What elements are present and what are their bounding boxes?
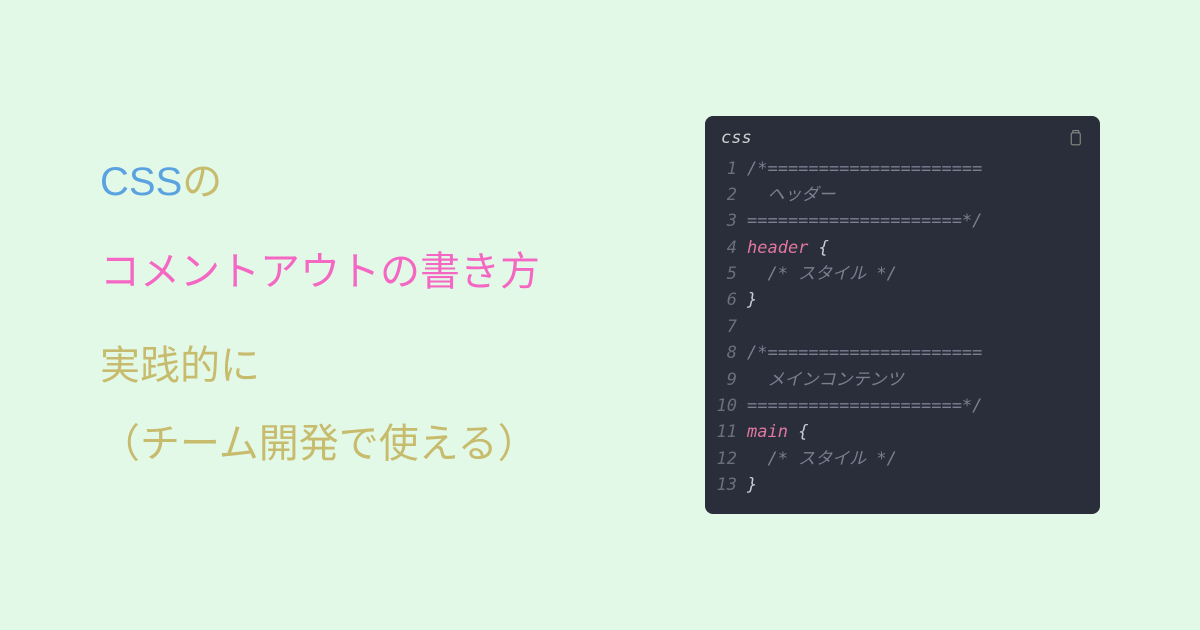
line-content: header { xyxy=(747,235,829,261)
line-number: 3 xyxy=(705,208,747,234)
heading-line-3: 実践的に xyxy=(100,332,635,400)
code-token: /*===================== xyxy=(747,159,982,179)
line-number: 10 xyxy=(705,393,747,419)
line-number: 12 xyxy=(705,446,747,472)
code-token: } xyxy=(747,475,757,495)
code-token: /*===================== xyxy=(747,343,982,363)
line-content: =====================*/ xyxy=(747,393,982,419)
line-number: 6 xyxy=(705,287,747,313)
code-token: } xyxy=(747,290,757,310)
line-content: } xyxy=(747,287,757,313)
code-line: 6} xyxy=(705,287,1100,313)
code-body: 1/*=====================2 ヘッダー3=========… xyxy=(705,156,1100,514)
line-content: main { xyxy=(747,419,808,445)
code-header: css xyxy=(705,116,1100,156)
line-number: 11 xyxy=(705,419,747,445)
line-number: 9 xyxy=(705,367,747,393)
line-content: メインコンテンツ xyxy=(747,367,903,393)
line-number: 1 xyxy=(705,156,747,182)
text-content: CSSの コメントアウトの書き方 実践的に （チーム開発で使える） xyxy=(100,152,635,478)
code-token: { xyxy=(808,238,828,258)
code-line: 2 ヘッダー xyxy=(705,182,1100,208)
heading-no-particle: の xyxy=(182,160,222,204)
code-language-label: css xyxy=(721,128,752,148)
page-container: CSSの コメントアウトの書き方 実践的に （チーム開発で使える） css 1/… xyxy=(0,116,1200,514)
line-number: 13 xyxy=(705,472,747,498)
code-line: 7 xyxy=(705,314,1100,340)
clipboard-icon[interactable] xyxy=(1066,128,1084,148)
code-token: メインコンテンツ xyxy=(747,370,903,390)
code-token: /* スタイル */ xyxy=(747,449,897,469)
line-number: 4 xyxy=(705,235,747,261)
code-line: 5 /* スタイル */ xyxy=(705,261,1100,287)
heading-line-2: コメントアウトの書き方 xyxy=(100,242,635,302)
heading-line-4: （チーム開発で使える） xyxy=(100,410,635,478)
line-number: 8 xyxy=(705,340,747,366)
code-line: 12 /* スタイル */ xyxy=(705,446,1100,472)
line-number: 5 xyxy=(705,261,747,287)
heading-line-1: CSSの xyxy=(100,152,635,212)
line-content: =====================*/ xyxy=(747,208,982,234)
code-line: 9 メインコンテンツ xyxy=(705,367,1100,393)
line-content: /* スタイル */ xyxy=(747,446,897,472)
code-token: =====================*/ xyxy=(747,396,982,416)
line-number: 7 xyxy=(705,314,747,340)
code-line: 4header { xyxy=(705,235,1100,261)
code-line: 10=====================*/ xyxy=(705,393,1100,419)
code-line: 1/*===================== xyxy=(705,156,1100,182)
code-token: =====================*/ xyxy=(747,211,982,231)
line-content: } xyxy=(747,472,757,498)
code-line: 3=====================*/ xyxy=(705,208,1100,234)
code-line: 11main { xyxy=(705,419,1100,445)
code-line: 8/*===================== xyxy=(705,340,1100,366)
code-line: 13} xyxy=(705,472,1100,498)
code-token: { xyxy=(788,422,808,442)
heading-css-word: CSS xyxy=(100,160,182,204)
code-token: main xyxy=(747,422,788,442)
code-token: ヘッダー xyxy=(747,185,835,205)
code-block: css 1/*=====================2 ヘッダー3=====… xyxy=(705,116,1100,514)
code-token: header xyxy=(747,238,808,258)
code-token: /* スタイル */ xyxy=(747,264,897,284)
line-content: /* スタイル */ xyxy=(747,261,897,287)
line-number: 2 xyxy=(705,182,747,208)
line-content: ヘッダー xyxy=(747,182,835,208)
line-content: /*===================== xyxy=(747,156,982,182)
line-content: /*===================== xyxy=(747,340,982,366)
